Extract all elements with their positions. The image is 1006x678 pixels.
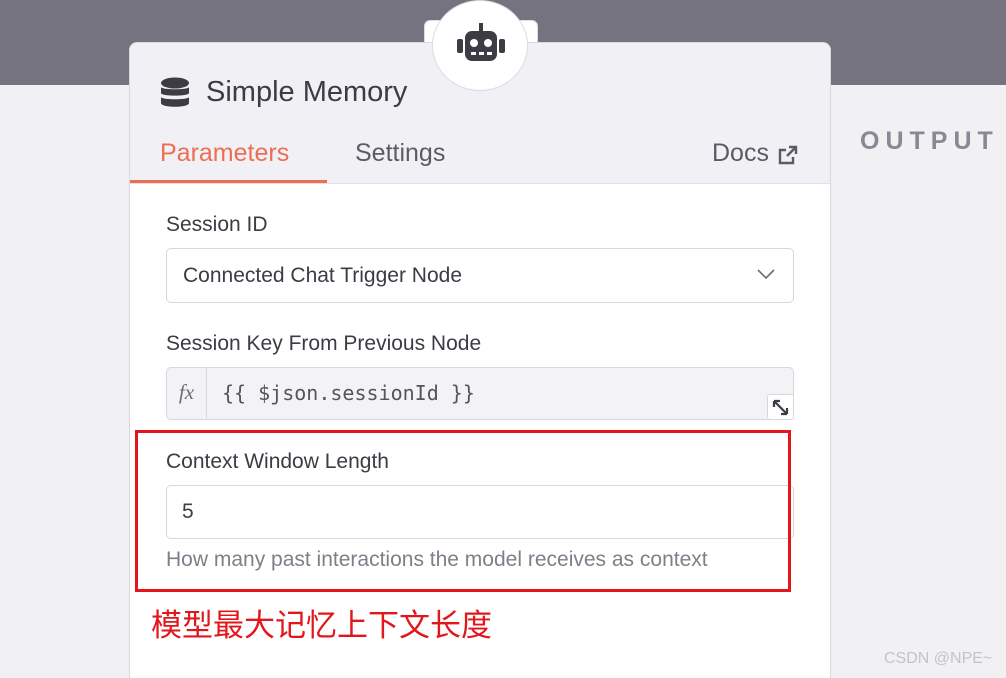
output-panel-label: OUTPUT: [860, 127, 999, 155]
node-icon-badge: [432, 0, 528, 91]
active-tab-indicator: [130, 180, 327, 183]
tab-settings[interactable]: Settings: [355, 139, 445, 168]
external-link-icon: [778, 145, 798, 165]
docs-link-label: Docs: [712, 139, 769, 167]
robot-icon: [457, 23, 505, 61]
tab-parameters[interactable]: Parameters: [160, 139, 289, 168]
session-id-value: Connected Chat Trigger Node: [183, 264, 462, 287]
docs-link[interactable]: Docs: [712, 139, 798, 168]
chevron-down-icon: [757, 269, 775, 280]
session-id-label: Session ID: [166, 213, 268, 236]
session-key-label: Session Key From Previous Node: [166, 332, 482, 355]
database-icon: [161, 77, 189, 107]
session-key-expression-field[interactable]: fx {{ $json.sessionId }}: [166, 367, 794, 420]
annotation-text: 模型最大记忆上下文长度: [151, 608, 492, 643]
annotation-highlight-box: [135, 430, 791, 592]
expand-icon: [772, 399, 789, 416]
session-id-select[interactable]: Connected Chat Trigger Node: [166, 248, 794, 303]
node-title: Simple Memory: [206, 76, 408, 108]
session-key-expression: {{ $json.sessionId }}: [222, 381, 475, 405]
canvas-stage: OUTPUT Simple Memory Parameters Settings: [0, 0, 1006, 678]
watermark: CSDN @NPE~: [884, 650, 993, 667]
expand-expression-button[interactable]: [767, 394, 794, 420]
fx-icon: fx: [167, 368, 207, 419]
